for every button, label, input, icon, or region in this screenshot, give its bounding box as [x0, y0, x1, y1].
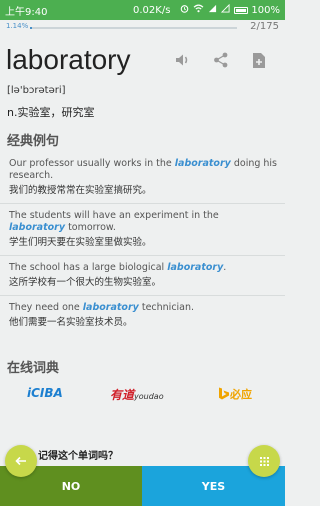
example-english: They need one laboratory technician. — [9, 302, 195, 313]
alarm-icon — [180, 4, 189, 16]
examples-list: Our professor usually works in the labor… — [0, 152, 285, 335]
signal-2-icon — [221, 3, 230, 16]
remember-prompt: 记得这个单词吗？ — [38, 451, 118, 462]
progress-percent: 1.14% — [6, 22, 29, 30]
example-chinese: 学生们明天要在实验室里做实验。 — [9, 237, 152, 248]
speaker-icon[interactable] — [173, 50, 193, 70]
bing-link[interactable]: 必应 — [218, 386, 252, 402]
back-button[interactable] — [5, 445, 37, 477]
status-time: 上午9:40 — [5, 6, 48, 18]
meaning: n.实验室，研究室 — [7, 106, 95, 119]
wifi-icon — [193, 4, 204, 16]
share-icon[interactable] — [211, 50, 231, 70]
youdao-link[interactable]: 有道youdao — [110, 386, 164, 403]
example-chinese: 他们需要一名实验室技术员。 — [9, 317, 133, 328]
list-item: They need one laboratory technician. 他们需… — [0, 295, 285, 335]
word-actions — [0, 50, 285, 72]
example-english: The school has a large biological labora… — [9, 262, 227, 273]
online-dicts-title: 在线词典 — [7, 361, 60, 376]
online-dicts: iCIBA 有道youdao 必应 — [0, 380, 285, 408]
add-file-icon[interactable] — [249, 50, 269, 70]
progress-track — [30, 27, 237, 29]
status-network-speed: 0.02K/s — [133, 4, 171, 16]
battery-icon — [234, 6, 249, 14]
list-item: The school has a large biological labora… — [0, 255, 285, 295]
list-item: The students will have an experiment in … — [0, 203, 285, 255]
example-english: The students will have an experiment in … — [9, 210, 219, 233]
menu-button[interactable] — [248, 445, 280, 477]
status-bar: 上午9:40 0.02K/s 100% — [0, 0, 285, 20]
progress-fill — [30, 27, 33, 29]
bing-icon — [219, 387, 229, 400]
signal-1-icon — [208, 4, 217, 16]
phonetic: [lə'bɔrətəri] — [7, 85, 66, 96]
grid-icon — [259, 456, 269, 466]
iciba-link[interactable]: iCIBA — [27, 386, 63, 400]
example-english: Our professor usually works in the labor… — [9, 158, 278, 181]
progress-row: 1.14% 2/175 — [0, 20, 285, 36]
example-chinese: 我们的教授常常在实验室搞研究。 — [9, 185, 152, 196]
arrow-left-icon — [15, 456, 26, 466]
list-item: Our professor usually works in the labor… — [0, 152, 285, 203]
examples-title: 经典例句 — [7, 134, 60, 149]
battery-percent: 100% — [251, 4, 280, 16]
example-chinese: 这所学校有一个很大的生物实验室。 — [9, 277, 162, 288]
word-counter: 2/175 — [250, 21, 279, 32]
